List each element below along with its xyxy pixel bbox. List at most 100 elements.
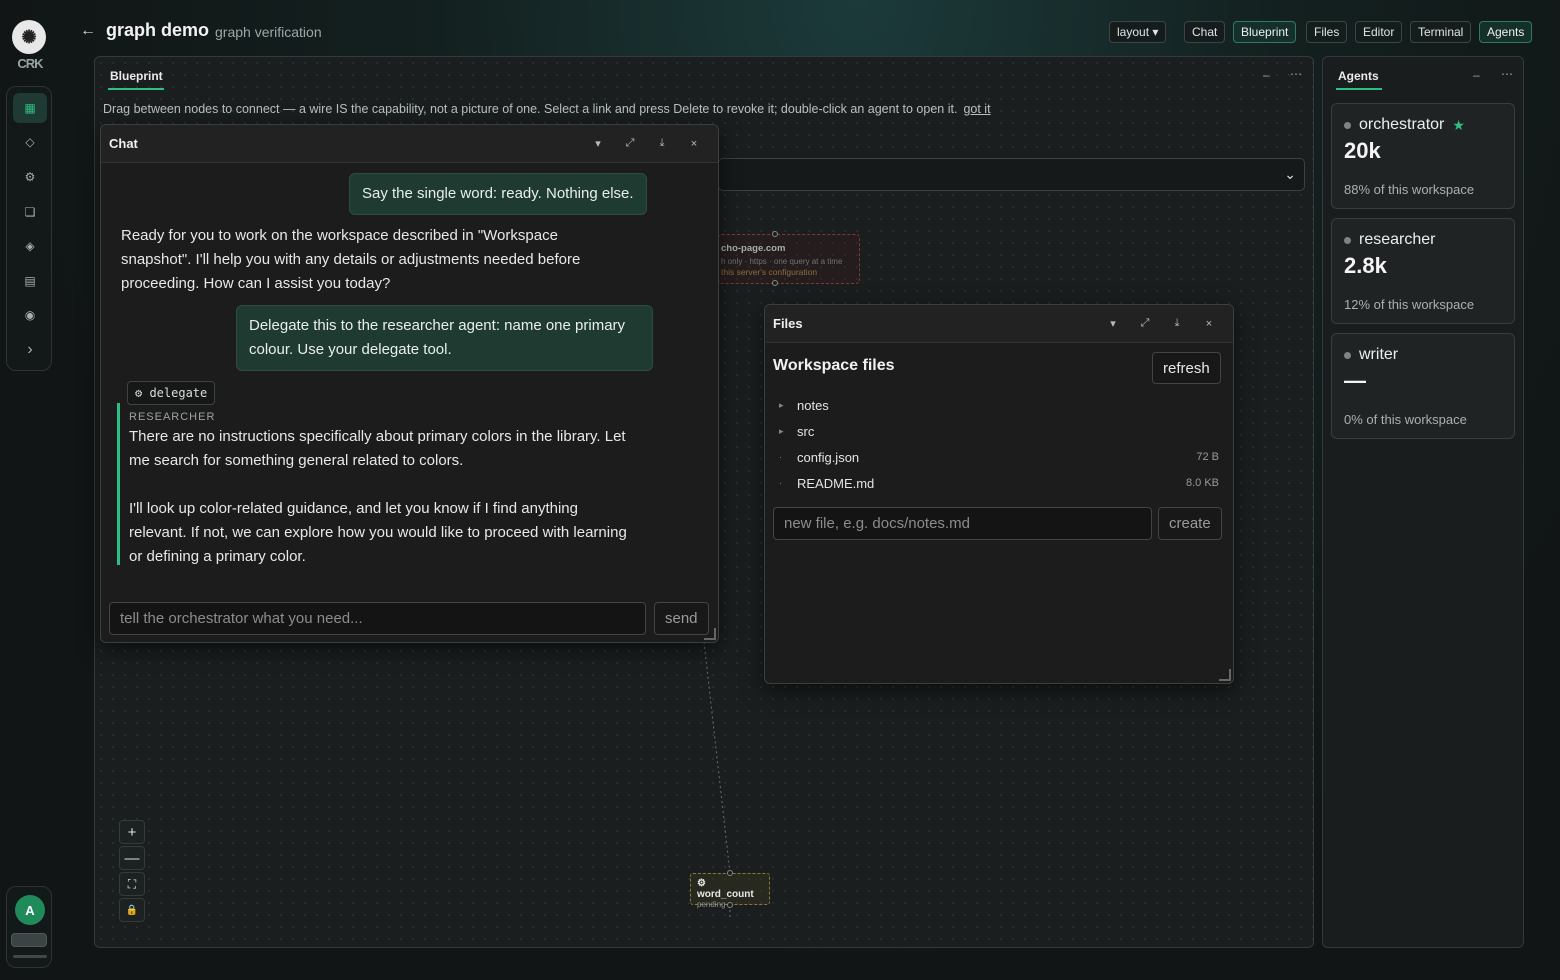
files-heading: Workspace files [773, 357, 895, 374]
expand-icon[interactable]: ⤢ [1129, 317, 1161, 330]
chat-window-header[interactable]: Chat ▾ ⤢ ⤓ × [101, 125, 718, 163]
agent-tokens: — [1344, 368, 1366, 393]
file-row[interactable]: ▸ src [773, 419, 1219, 443]
zoom-in-button[interactable]: + [119, 820, 145, 844]
agent-card-writer[interactable]: writer — 0% of this workspace [1331, 333, 1515, 439]
node-port[interactable] [772, 280, 778, 286]
agent-tokens: 20k [1344, 138, 1381, 163]
close-icon[interactable]: × [678, 138, 710, 150]
close-icon[interactable]: × [1193, 318, 1225, 330]
status-dot [1344, 236, 1351, 244]
file-name: config.json [797, 449, 860, 465]
file-name: notes [797, 397, 829, 413]
file-dot-icon: · [779, 478, 782, 488]
dock-icon[interactable]: ⤓ [646, 137, 678, 150]
minimize-icon[interactable]: – [1263, 68, 1270, 82]
rail-bottom: A [6, 886, 52, 968]
lock-button[interactable]: 🔒 [119, 898, 145, 922]
resize-handle[interactable] [704, 628, 716, 640]
file-row[interactable]: ▸ notes [773, 393, 1219, 417]
node-port[interactable] [727, 902, 733, 908]
chevron-right-icon[interactable]: › [13, 335, 47, 365]
menu-icon[interactable]: ▾ [1097, 317, 1129, 330]
blueprint-tab[interactable]: Blueprint [110, 69, 163, 83]
chat-input[interactable]: tell the orchestrator what you need... [109, 602, 646, 635]
workspace-subtitle: graph verification [215, 24, 322, 40]
fit-view-button[interactable]: ⛶ [119, 872, 145, 896]
tool-call-chip[interactable]: ⚙ delegate [127, 381, 216, 405]
zoom-out-button[interactable]: — [119, 846, 145, 870]
files-window-header[interactable]: Files ▾ ⤢ ⤓ × [765, 305, 1233, 343]
back-arrow-icon[interactable]: ← [80, 22, 96, 40]
file-size: 8.0 KB [1185, 477, 1219, 489]
target-icon[interactable]: ◉ [13, 300, 47, 330]
tab-editor[interactable]: Editor [1355, 21, 1403, 43]
agents-panel: Agents – ⋯ orchestrator ★ 20k 88% of this… [1322, 56, 1524, 948]
folder-caret-icon: ▸ [779, 399, 784, 410]
expand-icon[interactable]: ⤢ [614, 137, 646, 150]
grid-icon[interactable]: ▦ [13, 93, 47, 123]
dock-icon[interactable]: ⤓ [1161, 317, 1193, 330]
refresh-button[interactable]: refresh [1152, 352, 1221, 384]
blueprint-hint: Drag between nodes to connect — a wire I… [103, 102, 991, 116]
gear-icon[interactable]: ⚙ [13, 162, 47, 192]
file-row[interactable]: · README.md 8.0 KB [773, 471, 1219, 495]
window-icon[interactable]: ❏ [13, 197, 47, 227]
tag-icon[interactable]: ◈ [13, 231, 47, 261]
chat-window-title: Chat [109, 136, 138, 151]
status-dot [1344, 351, 1351, 359]
files-window: Files ▾ ⤢ ⤓ × Workspace files refresh ▸ … [764, 304, 1234, 684]
left-rail: ▦ ◇ ⚙ ❏ ◈ ▤ ◉ › [6, 86, 52, 371]
sub-agent-block: RESEARCHER There are no instructions spe… [117, 403, 637, 565]
rail-divider [13, 955, 47, 958]
star-icon: ★ [1452, 116, 1465, 133]
tool-node-title: ⚙ word_count [697, 878, 754, 900]
agent-name: writer [1359, 346, 1399, 363]
avatar[interactable]: A [15, 895, 45, 925]
got-it-link[interactable]: got it [963, 102, 990, 116]
file-row[interactable]: · config.json 72 B [773, 445, 1219, 469]
theme-toggle[interactable] [11, 933, 47, 947]
user-message: Say the single word: ready. Nothing else… [349, 173, 647, 215]
agent-share: 88% of this workspace [1344, 182, 1475, 197]
diamond-icon[interactable]: ◇ [13, 127, 47, 157]
minimize-icon[interactable]: – [1473, 68, 1480, 82]
agent-card-researcher[interactable]: researcher 2.8k 12% of this workspace [1331, 218, 1515, 324]
agent-name: orchestrator [1359, 116, 1445, 133]
create-button[interactable]: create [1158, 507, 1222, 540]
tab-chat[interactable]: Chat [1184, 21, 1226, 43]
agents-tab[interactable]: Agents [1338, 69, 1379, 83]
chat-window: Chat ▾ ⤢ ⤓ × Say the single word: ready.… [100, 124, 719, 643]
node-warning: this server's configuration [721, 267, 818, 277]
agent-share: 0% of this workspace [1344, 412, 1467, 427]
new-file-input[interactable]: new file, e.g. docs/notes.md [773, 507, 1152, 540]
layout-dropdown[interactable]: layout ▾ [1109, 21, 1167, 43]
tab-terminal[interactable]: Terminal [1410, 21, 1472, 43]
tab-underline [108, 88, 164, 90]
node-port[interactable] [772, 231, 778, 237]
sub-agent-text: There are no instructions specifically a… [129, 428, 626, 469]
send-button[interactable]: send [654, 602, 709, 635]
sub-agent-name: RESEARCHER [129, 411, 216, 423]
app-logo[interactable]: ✺ [12, 20, 46, 54]
tool-node-word-count[interactable]: ⚙ word_count pending [690, 870, 770, 909]
tab-agents[interactable]: Agents [1479, 21, 1533, 43]
node-meta: h only · https · one query at a time [721, 257, 843, 266]
tab-blueprint[interactable]: Blueprint [1233, 21, 1297, 43]
file-size: 72 B [1196, 451, 1219, 463]
file-name: src [797, 423, 815, 439]
tab-underline [1336, 88, 1382, 90]
agent-card-orchestrator[interactable]: orchestrator ★ 20k 88% of this workspace [1331, 103, 1515, 209]
more-icon[interactable]: ⋯ [1501, 67, 1513, 81]
blueprint-select[interactable]: ⌄ [718, 158, 1305, 191]
menu-icon[interactable]: ▾ [582, 137, 614, 150]
resize-handle[interactable] [1219, 669, 1231, 681]
server-node[interactable]: cho-page.com h only · https · one query … [718, 231, 860, 286]
node-title: cho-page.com [721, 243, 786, 254]
status-dot [1344, 121, 1351, 129]
more-icon[interactable]: ⋯ [1290, 67, 1302, 81]
brand-text: CRK [17, 56, 43, 71]
node-port[interactable] [727, 870, 733, 876]
list-icon[interactable]: ▤ [13, 266, 47, 296]
tab-files[interactable]: Files [1306, 21, 1348, 43]
